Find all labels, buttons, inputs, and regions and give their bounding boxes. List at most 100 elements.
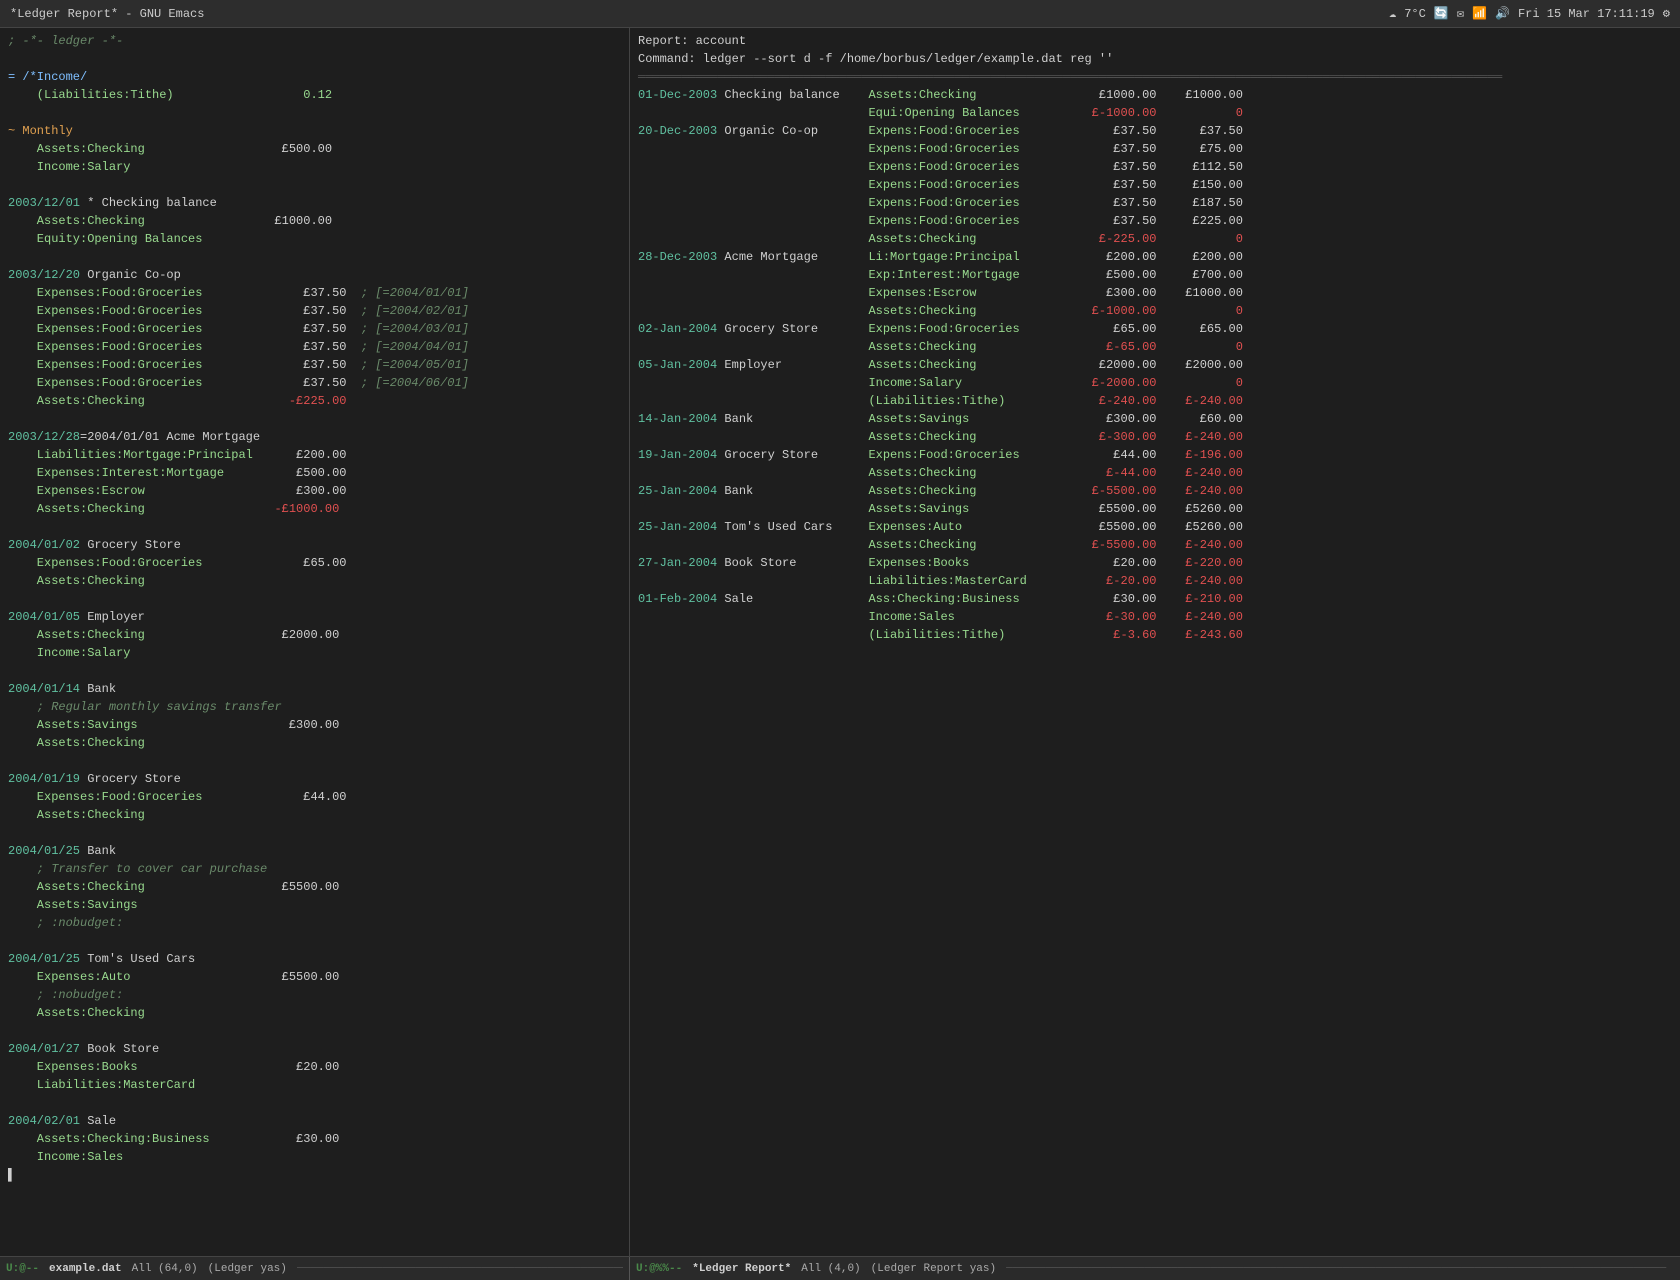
status-mode2-left: (Ledger yas) [208, 1263, 287, 1275]
report-row-9: 28-Dec-2003 Acme Mortgage Li:Mortgage:Pr… [630, 248, 1680, 266]
report-row-7: Expens:Food:Groceries £37.50 £225.00 [630, 212, 1680, 230]
left-line-59 [0, 1094, 629, 1112]
report-row-3: Expens:Food:Groceries £37.50 £75.00 [630, 140, 1680, 158]
left-line-3: (Liabilities:Tithe) 0.12 [0, 86, 629, 104]
refresh-icon[interactable]: 🔄 [1434, 6, 1449, 21]
report-row-27: Liabilities:MasterCard £-20.00 £-240.00 [630, 572, 1680, 590]
left-line-16: Expenses:Food:Groceries £37.50 ; [=2004/… [0, 320, 629, 338]
report-row-10: Exp:Interest:Mortgage £500.00 £700.00 [630, 266, 1680, 284]
left-line-50 [0, 932, 629, 950]
report-row-23: Assets:Savings £5500.00 £5260.00 [630, 500, 1680, 518]
left-line-30: Assets:Checking [0, 572, 629, 590]
mail-icon[interactable]: ✉ [1457, 6, 1464, 21]
left-line-37: ; Regular monthly savings transfer [0, 698, 629, 716]
report-row-20: 19-Jan-2004 Grocery Store Expens:Food:Gr… [630, 446, 1680, 464]
left-line-10: Assets:Checking £1000.00 [0, 212, 629, 230]
left-line-21 [0, 410, 629, 428]
left-line-11: Equity:Opening Balances [0, 230, 629, 248]
left-line-60: 2004/02/01 Sale [0, 1112, 629, 1130]
left-line-25: Expenses:Escrow £300.00 [0, 482, 629, 500]
left-line-6: Assets:Checking £500.00 [0, 140, 629, 158]
left-line-49: ; :nobudget: [0, 914, 629, 932]
left-line-29: Expenses:Food:Groceries £65.00 [0, 554, 629, 572]
status-left: U:@-- example.dat All (64,0) (Ledger yas… [0, 1257, 630, 1280]
volume-icon[interactable]: 🔊 [1495, 6, 1510, 21]
report-row-11: Expenses:Escrow £300.00 £1000.00 [630, 284, 1680, 302]
report-row-17: (Liabilities:Tithe) £-240.00 £-240.00 [630, 392, 1680, 410]
report-row-0: 01-Dec-2003 Checking balance Assets:Chec… [630, 86, 1680, 104]
left-line-36: 2004/01/14 Bank [0, 680, 629, 698]
left-line-7: Income:Salary [0, 158, 629, 176]
report-row-24: 25-Jan-2004 Tom's Used Cars Expenses:Aut… [630, 518, 1680, 536]
status-fill-left: ────────────────────────────────────────… [297, 1263, 623, 1275]
status-mode-right: U:@%%-- [636, 1263, 682, 1275]
report-row-28: 01-Feb-2004 Sale Ass:Checking:Business £… [630, 590, 1680, 608]
left-line-41: 2004/01/19 Grocery Store [0, 770, 629, 788]
left-line-46: ; Transfer to cover car purchase [0, 860, 629, 878]
left-line-28: 2004/01/02 Grocery Store [0, 536, 629, 554]
right-pane[interactable]: Report: accountCommand: ledger --sort d … [630, 28, 1680, 1256]
status-fill-right: ────────────────────────────────────────… [1006, 1263, 1674, 1275]
left-line-51: 2004/01/25 Tom's Used Cars [0, 950, 629, 968]
report-row-30: (Liabilities:Tithe) £-3.60 £-243.60 [630, 626, 1680, 644]
status-bar: U:@-- example.dat All (64,0) (Ledger yas… [0, 1256, 1680, 1280]
report-row-2: 20-Dec-2003 Organic Co-op Expens:Food:Gr… [630, 122, 1680, 140]
left-line-42: Expenses:Food:Groceries £44.00 [0, 788, 629, 806]
left-line-55 [0, 1022, 629, 1040]
left-line-2: = /*Income/ [0, 68, 629, 86]
left-line-47: Assets:Checking £5500.00 [0, 878, 629, 896]
left-line-58: Liabilities:MasterCard [0, 1076, 629, 1094]
left-line-56: 2004/01/27 Book Store [0, 1040, 629, 1058]
left-line-20: Assets:Checking -£225.00 [0, 392, 629, 410]
status-right: U:@%%-- *Ledger Report* All (4,0) (Ledge… [630, 1257, 1680, 1280]
left-line-8 [0, 176, 629, 194]
left-line-1 [0, 50, 629, 68]
left-line-22: 2003/12/28=2004/01/01 Acme Mortgage [0, 428, 629, 446]
status-mode-left: U:@-- [6, 1263, 39, 1275]
report-row-13: 02-Jan-2004 Grocery Store Expens:Food:Gr… [630, 320, 1680, 338]
left-line-43: Assets:Checking [0, 806, 629, 824]
left-pane[interactable]: ; -*- ledger -*- = /*Income/ (Liabilitie… [0, 28, 630, 1256]
main-area: ; -*- ledger -*- = /*Income/ (Liabilitie… [0, 28, 1680, 1256]
left-line-54: Assets:Checking [0, 1004, 629, 1022]
left-line-33: Assets:Checking £2000.00 [0, 626, 629, 644]
weather-icon: ☁ [1389, 6, 1396, 21]
report-row-19: Assets:Checking £-300.00 £-240.00 [630, 428, 1680, 446]
report-row-21: Assets:Checking £-44.00 £-240.00 [630, 464, 1680, 482]
status-mode2-right: (Ledger Report yas) [871, 1263, 996, 1275]
left-line-35 [0, 662, 629, 680]
left-line-32: 2004/01/05 Employer [0, 608, 629, 626]
left-line-45: 2004/01/25 Bank [0, 842, 629, 860]
report-row-1: Equi:Opening Balances £-1000.00 0 [630, 104, 1680, 122]
window-title: *Ledger Report* - GNU Emacs [10, 7, 204, 21]
left-line-23: Liabilities:Mortgage:Principal £200.00 [0, 446, 629, 464]
left-line-40 [0, 752, 629, 770]
report-row-18: 14-Jan-2004 Bank Assets:Savings £300.00 … [630, 410, 1680, 428]
report-row-6: Expens:Food:Groceries £37.50 £187.50 [630, 194, 1680, 212]
left-line-12 [0, 248, 629, 266]
titlebar: *Ledger Report* - GNU Emacs ☁ 7°C 🔄 ✉ 📶 … [0, 0, 1680, 28]
left-line-34: Income:Salary [0, 644, 629, 662]
left-line-31 [0, 590, 629, 608]
report-row-29: Income:Sales £-30.00 £-240.00 [630, 608, 1680, 626]
left-line-53: ; :nobudget: [0, 986, 629, 1004]
left-line-38: Assets:Savings £300.00 [0, 716, 629, 734]
report-row-5: Expens:Food:Groceries £37.50 £150.00 [630, 176, 1680, 194]
settings-icon[interactable]: ⚙ [1663, 6, 1670, 21]
left-line-15: Expenses:Food:Groceries £37.50 ; [=2004/… [0, 302, 629, 320]
left-line-57: Expenses:Books £20.00 [0, 1058, 629, 1076]
left-line-24: Expenses:Interest:Mortgage £500.00 [0, 464, 629, 482]
report-separator: ════════════════════════════════════════… [630, 68, 1680, 86]
left-line-4 [0, 104, 629, 122]
report-header: Report: account [630, 32, 1680, 50]
left-line-27 [0, 518, 629, 536]
left-line-39: Assets:Checking [0, 734, 629, 752]
weather-temp: 7°C [1404, 7, 1426, 21]
left-line-62: Income:Sales [0, 1148, 629, 1166]
report-row-4: Expens:Food:Groceries £37.50 £112.50 [630, 158, 1680, 176]
network-icon[interactable]: 📶 [1472, 6, 1487, 21]
report-row-14: Assets:Checking £-65.00 0 [630, 338, 1680, 356]
left-line-14: Expenses:Food:Groceries £37.50 ; [=2004/… [0, 284, 629, 302]
report-row-12: Assets:Checking £-1000.00 0 [630, 302, 1680, 320]
left-line-13: 2003/12/20 Organic Co-op [0, 266, 629, 284]
